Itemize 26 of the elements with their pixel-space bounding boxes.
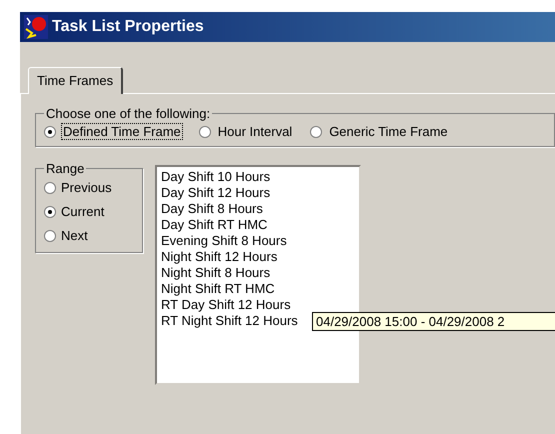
app-logo-icon — [24, 15, 48, 39]
list-item[interactable]: Day Shift 12 Hours — [161, 185, 355, 201]
radio-option[interactable]: Generic Time Frame — [310, 123, 450, 140]
radio-button[interactable] — [198, 126, 211, 138]
tab[interactable]: Time Frames — [28, 67, 124, 94]
radio-option[interactable]: Hour Interval — [198, 123, 294, 140]
list-item[interactable]: Night Shift 12 Hours — [161, 249, 355, 265]
list-item[interactable]: Night Shift RT HMC — [161, 281, 355, 297]
radio-button[interactable] — [310, 126, 322, 138]
radio-button[interactable] — [44, 230, 56, 242]
group-legend: Range — [44, 161, 86, 176]
tooltip: 04/29/2008 15:00 - 04/29/2008 2 — [312, 312, 555, 331]
radio-option[interactable]: Previous — [44, 180, 134, 195]
radio-button[interactable] — [44, 126, 56, 138]
radio-button[interactable] — [44, 182, 56, 194]
group-legend: Choose one of the following: — [44, 106, 212, 121]
radio-option[interactable]: Current — [44, 204, 134, 219]
list-item[interactable]: Day Shift 10 Hours — [161, 169, 355, 185]
list-item[interactable]: Night Shift 8 Hours — [161, 265, 355, 281]
radio-option[interactable]: Next — [44, 228, 134, 243]
radio-button[interactable] — [44, 206, 56, 218]
list-item[interactable]: Day Shift 8 Hours — [161, 201, 355, 217]
list-item[interactable]: Day Shift RT HMC — [161, 217, 355, 233]
list-item[interactable]: RT Day Shift 12 Hours — [161, 297, 355, 313]
list-item[interactable]: Evening Shift 8 Hours — [161, 233, 355, 249]
window-title: Task List Properties — [52, 18, 204, 36]
